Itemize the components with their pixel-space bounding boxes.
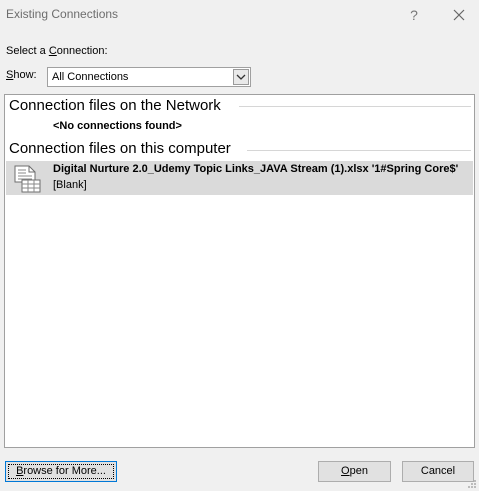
connection-item[interactable]: Digital Nurture 2.0_Udemy Topic Links_JA… (6, 161, 473, 195)
title-bar: Existing Connections ? (0, 0, 479, 30)
connection-description: [Blank] (53, 179, 87, 191)
select-connection-label: Select a Connection: (6, 45, 108, 57)
dialog-title: Existing Connections (6, 7, 119, 21)
dropdown-button[interactable] (233, 69, 249, 85)
network-group-header: Connection files on the Network (9, 97, 221, 114)
browse-for-more-button[interactable]: Browse for More... (5, 461, 117, 482)
close-icon (453, 9, 465, 21)
open-button[interactable]: Open (318, 461, 391, 482)
resize-grip-icon[interactable] (467, 479, 477, 489)
spreadsheet-file-icon (14, 165, 41, 193)
no-connections-text: <No connections found> (53, 120, 182, 132)
connection-name: Digital Nurture 2.0_Udemy Topic Links_JA… (53, 163, 459, 175)
help-button[interactable]: ? (403, 4, 425, 26)
cancel-button[interactable]: Cancel (402, 461, 474, 482)
existing-connections-dialog: Existing Connections ? Select a Connecti… (0, 0, 479, 491)
show-filter-dropdown[interactable]: All Connections (47, 67, 251, 87)
chevron-down-icon (236, 74, 246, 80)
computer-group-divider (247, 150, 471, 151)
connections-list[interactable]: Connection files on the Network <No conn… (4, 94, 475, 448)
show-label: Show: (6, 69, 37, 81)
show-filter-value: All Connections (52, 71, 129, 83)
network-group-divider (239, 106, 471, 107)
focus-rectangle (8, 464, 114, 479)
close-button[interactable] (448, 4, 470, 26)
computer-group-header: Connection files on this computer (9, 140, 231, 157)
